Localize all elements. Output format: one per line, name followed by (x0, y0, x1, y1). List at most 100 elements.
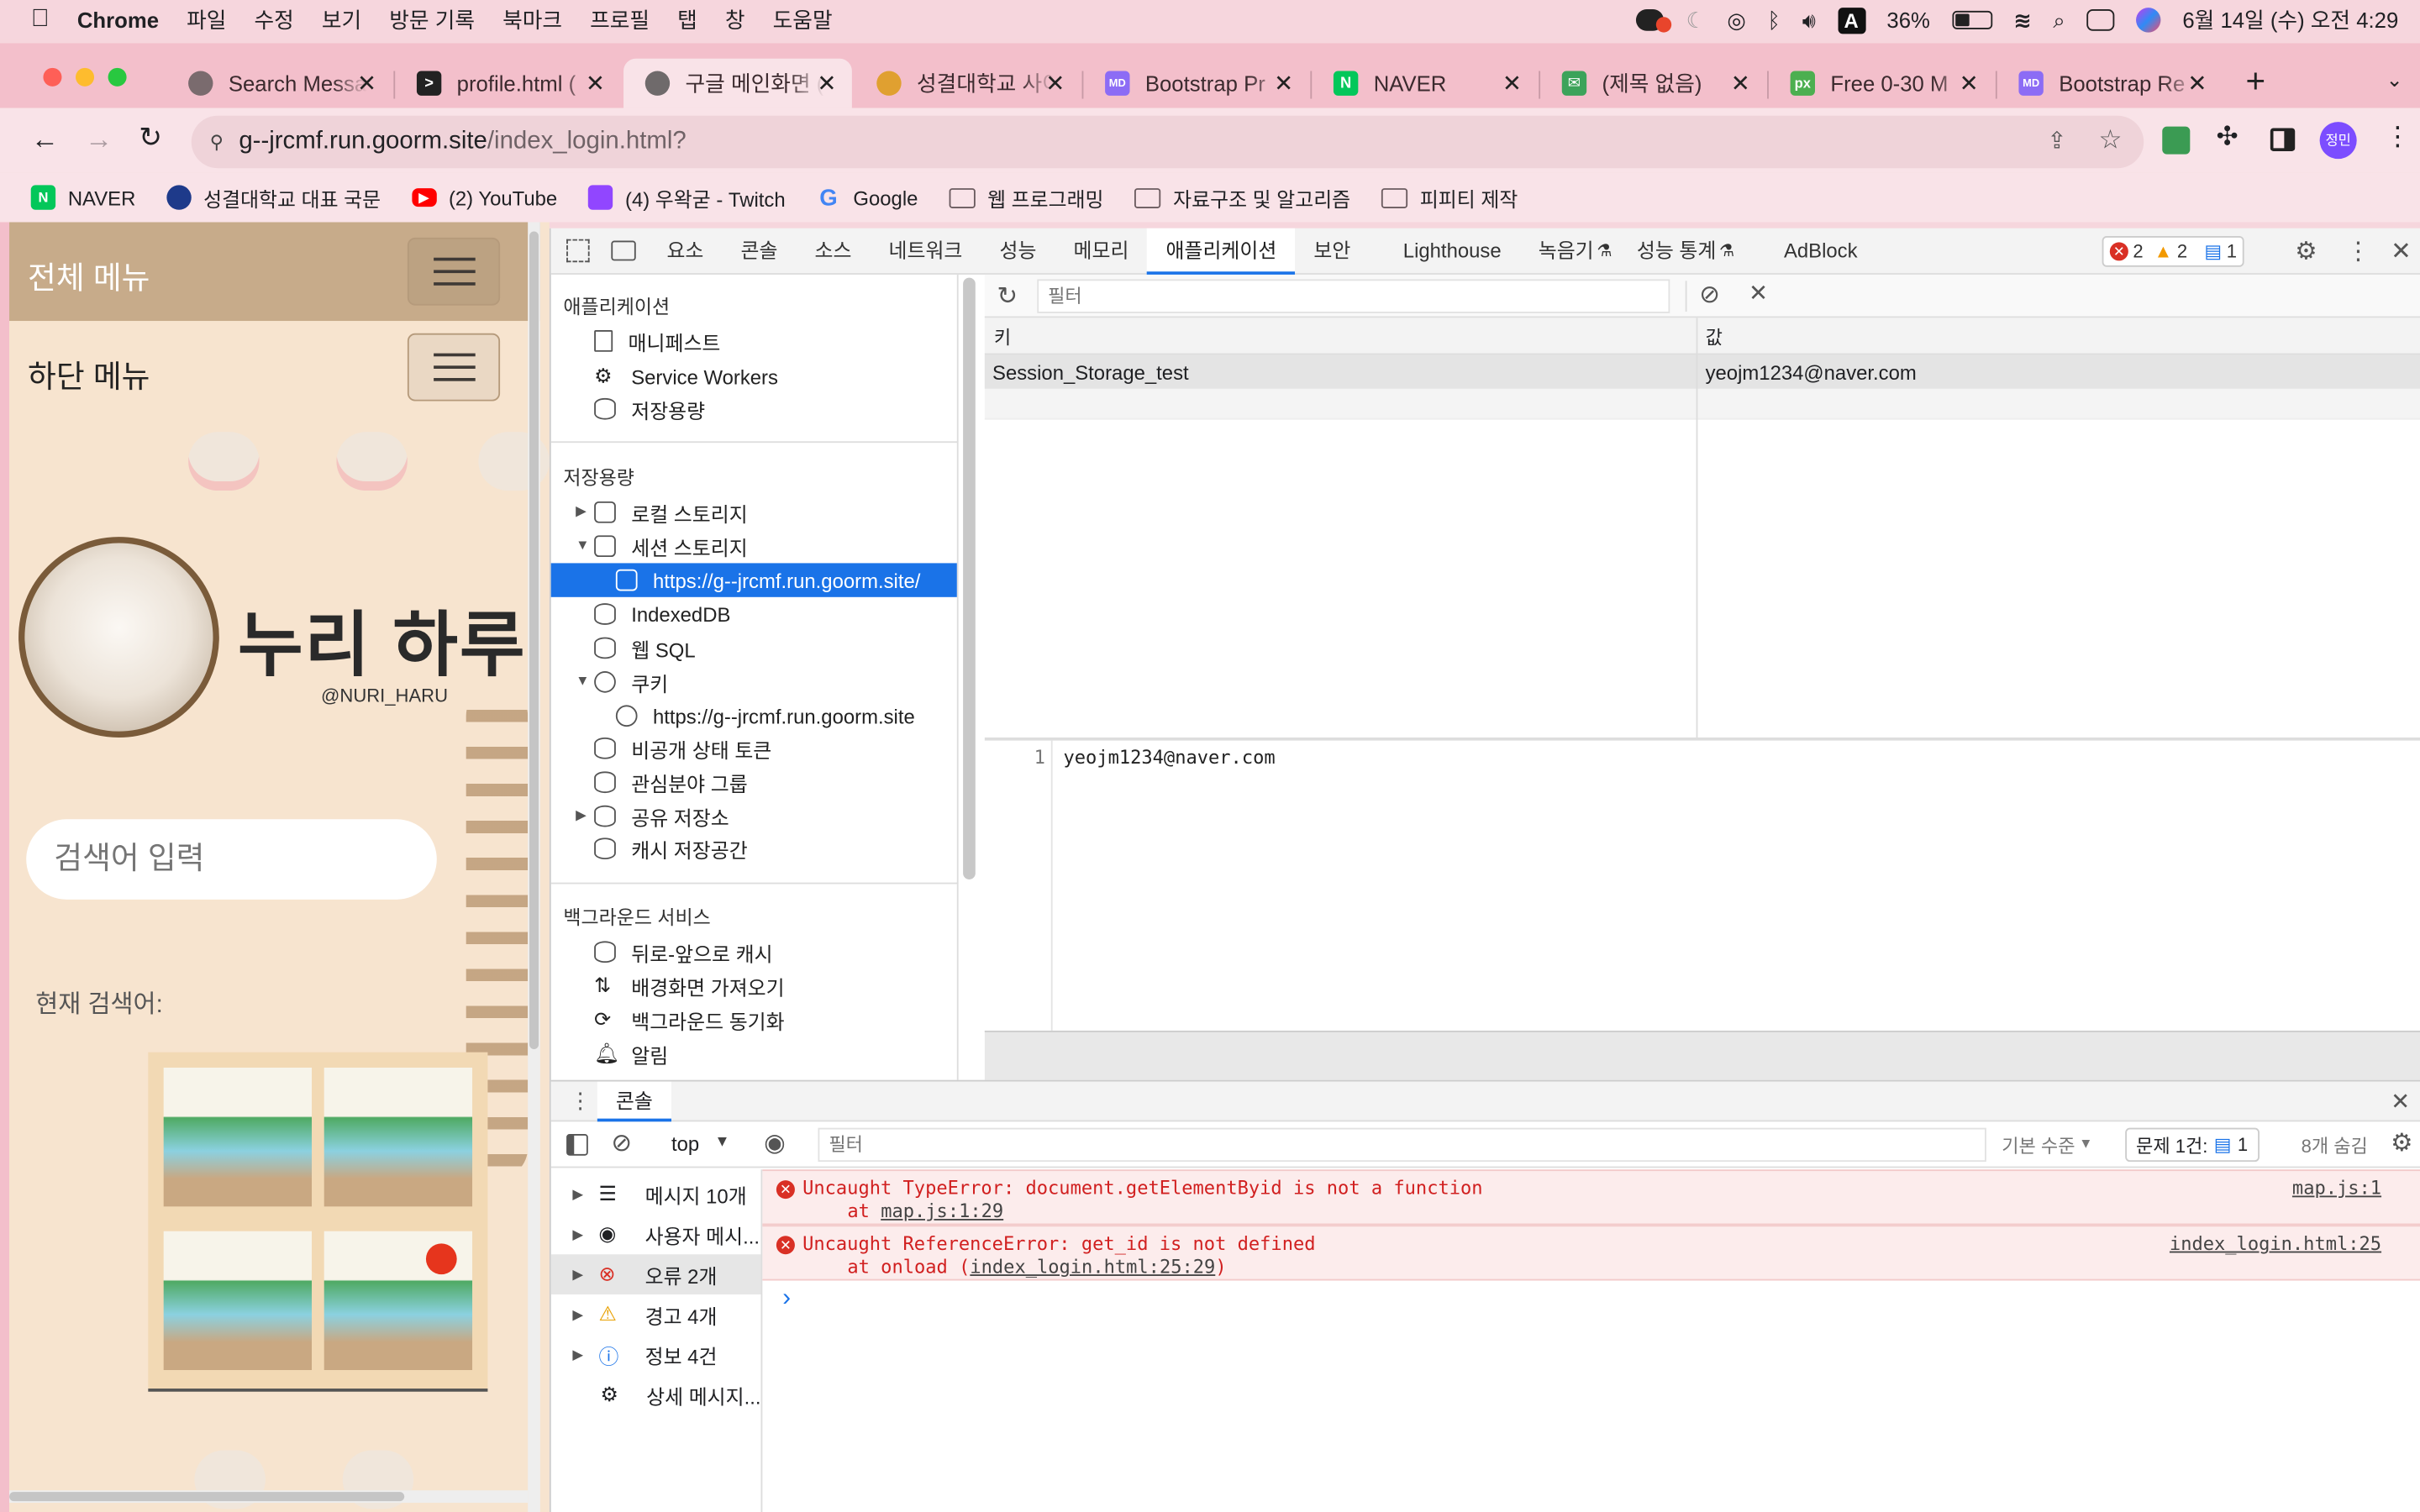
sidebar-toggle-icon[interactable] (566, 1134, 588, 1156)
devtools-tab-lighthouse[interactable]: Lighthouse (1385, 228, 1520, 274)
source-link[interactable]: map.js:1 (2292, 1177, 2381, 1199)
chat-notification-icon[interactable] (1636, 9, 1673, 33)
bookmark-folder-ds[interactable]: 자료구조 및 알고리즘 (1134, 183, 1350, 213)
menu-profiles[interactable]: 프로필 (590, 5, 650, 36)
tab-search-chevron-icon[interactable]: ⌄ (2386, 68, 2403, 92)
dropdown-caret-icon[interactable]: ▼ (2079, 1136, 2092, 1151)
console-filter-errors[interactable]: ▶ ⊗ 오류 2개 (550, 1254, 761, 1295)
bookmark-twitch[interactable]: (4) 우왁굳 - Twitch (587, 183, 786, 213)
collapse-triangle-icon[interactable]: ▼ (576, 673, 589, 688)
menu-view[interactable]: 보기 (322, 5, 361, 36)
close-drawer-icon[interactable]: ✕ (2391, 1088, 2410, 1116)
bookmark-folder-ppt[interactable]: 피피티 제작 (1381, 183, 1518, 213)
drawer-menu-icon[interactable]: ⋮ (570, 1088, 592, 1114)
close-icon[interactable]: ✕ (1731, 70, 1750, 97)
tab-naver[interactable]: N NAVER ✕ (1312, 59, 1537, 108)
bookmark-youtube[interactable]: ▶ (2) YouTube (411, 186, 557, 209)
side-panel-icon[interactable] (2270, 128, 2296, 151)
bottom-menu-toggle-button[interactable] (407, 333, 501, 402)
address-bar[interactable]: ⚲ g--jrcmf.run.goorm.site/index_login.ht… (191, 115, 2144, 169)
drawer-tab-console[interactable]: 콘솔 (597, 1081, 671, 1122)
stack-link[interactable]: index_login.html:25:29 (970, 1256, 1215, 1278)
devtools-tab-performance[interactable]: 성능 (981, 228, 1055, 274)
menu-tab[interactable]: 탭 (677, 5, 697, 36)
profile-avatar[interactable]: 정민 (2319, 122, 2357, 160)
window-minimize-button[interactable] (76, 67, 95, 87)
sidebar-item-storage[interactable]: 저장용량 (594, 392, 705, 426)
tab-sungkyul[interactable]: 성결대학교 사이 ✕ (855, 59, 1081, 108)
expand-triangle-icon[interactable]: ▶ (576, 807, 587, 824)
tab-search-messages[interactable]: Search Messages✕ (166, 59, 392, 108)
menu-window[interactable]: 창 (725, 5, 745, 36)
menu-bookmarks[interactable]: 북마크 (502, 5, 562, 36)
top-menu-toggle-button[interactable] (407, 237, 501, 306)
tab-bootstrap-pr[interactable]: MD Bootstrap Pr ✕ (1083, 59, 1308, 108)
sidebar-item-web-sql[interactable]: 웹 SQL (594, 631, 696, 664)
moon-icon[interactable]: ☾ (1686, 7, 1706, 33)
issues-button[interactable]: 문제 1건: ▤ 1 (2125, 1127, 2260, 1163)
expand-triangle-icon[interactable]: ▶ (576, 503, 587, 520)
bookmark-folder-web[interactable]: 웹 프로그래밍 (949, 183, 1104, 213)
close-icon[interactable]: ✕ (1960, 70, 1979, 97)
clear-all-icon[interactable]: ⊘ (1699, 279, 1720, 310)
bookmark-sungkyul[interactable]: 성결대학교 대표 국문 (166, 183, 381, 213)
tab-profile-html[interactable]: > profile.html (✕ (395, 59, 620, 108)
devtools-tab-performance-insights[interactable]: 성능 통계 (1618, 228, 1735, 274)
extensions-puzzle-icon[interactable]: ✣ (2217, 122, 2238, 153)
share-icon[interactable]: ⇪ (2047, 127, 2066, 154)
sidebar-item-shared-storage[interactable]: 공유 저장소 (594, 799, 729, 832)
menu-help[interactable]: 도움말 (773, 5, 833, 36)
sidebar-item-private-state-tokens[interactable]: 비공개 상태 토큰 (594, 732, 771, 765)
sidebar-item-notifications[interactable]: 🔔︎ 알림 (594, 1037, 668, 1070)
tab-free-px[interactable]: px Free 0-30 M ✕ (1769, 59, 1994, 108)
devtools-tab-elements[interactable]: 요소 (648, 228, 722, 274)
stack-link[interactable]: map.js:1:29 (881, 1200, 1003, 1222)
delete-selected-icon[interactable]: ✕ (1749, 279, 1768, 307)
close-icon[interactable]: ✕ (1274, 70, 1293, 97)
console-filter-info[interactable]: ▶ ⓘ 정보 4건 (551, 1335, 761, 1375)
back-arrow-icon[interactable]: ← (31, 123, 59, 156)
inspect-element-icon[interactable] (566, 239, 590, 263)
menubar-clock[interactable]: 6월 14일 (수) 오전 4:29 (2182, 5, 2398, 36)
sidebar-item-bfcache[interactable]: 뒤로-앞으로 캐시 (594, 935, 773, 969)
sidebar-item-background-sync[interactable]: ⟳ 백그라운드 동기화 (594, 1003, 784, 1037)
reload-icon[interactable]: ↻ (139, 122, 162, 155)
more-options-icon[interactable]: ⋮ (2346, 236, 2370, 267)
sidebar-item-cookie-origin[interactable]: https://g--jrcmf.run.goorm.site (615, 699, 915, 732)
context-selector[interactable]: top (671, 1132, 699, 1156)
devtools-tab-application[interactable]: 애플리케이션 (1147, 227, 1296, 275)
search-input[interactable] (26, 819, 437, 900)
tab-google-main[interactable]: 구글 메인화면 (✕ (623, 58, 852, 108)
close-icon[interactable]: ✕ (817, 70, 836, 97)
console-error-row[interactable]: ✕ Uncaught ReferenceError: get_id is not… (762, 1225, 2420, 1281)
battery-icon[interactable] (1951, 10, 1992, 29)
issue-counters[interactable]: ✕ 2 ▲ 2 ▤ 1 (2102, 236, 2245, 267)
input-source-icon[interactable]: A (1837, 7, 1865, 34)
sidebar-item-session-storage[interactable]: 세션 스토리지 (594, 529, 748, 563)
sidebar-item-indexeddb[interactable]: IndexedDB (594, 597, 730, 631)
devtools-tab-network[interactable]: 네트워크 (870, 228, 981, 274)
sidebar-item-background-fetch[interactable]: ⇅ 배경화면 가져오기 (594, 969, 784, 1002)
close-devtools-icon[interactable]: ✕ (2391, 236, 2412, 267)
console-settings-icon[interactable]: ⚙ (2391, 1128, 2412, 1159)
column-key[interactable]: 키 (994, 324, 1011, 350)
console-error-row[interactable]: ✕ Uncaught TypeError: document.getElemen… (762, 1169, 2420, 1226)
console-prompt[interactable]: › (782, 1285, 791, 1313)
siri-icon[interactable] (2136, 8, 2161, 33)
wifi-icon[interactable]: ︎≋ (2013, 7, 2032, 33)
settings-gear-icon[interactable]: ⚙ (2295, 236, 2317, 267)
volume-icon[interactable]: 🔊︎ (1802, 7, 1816, 33)
tab-untitled[interactable]: ✉ (제목 없음) ✕ (1540, 59, 1765, 108)
menubar-app-name[interactable]: Chrome (77, 8, 159, 32)
log-level-dropdown[interactable]: 기본 수준 (2002, 1132, 2075, 1158)
horizontal-scrollbar[interactable] (9, 1490, 529, 1503)
bluetooth-icon[interactable]: ᛒ (1768, 8, 1781, 32)
menu-file[interactable]: 파일 (187, 5, 226, 36)
chrome-menu-icon[interactable]: ⋮ (2385, 122, 2411, 153)
refresh-icon[interactable]: ↻ (997, 281, 1018, 312)
console-filter-messages[interactable]: ▶ ☰ 메시지 10개 (551, 1174, 761, 1215)
dropdown-caret-icon[interactable]: ▼ (714, 1134, 729, 1151)
menu-edit[interactable]: 수정 (254, 5, 293, 36)
devtools-tab-security[interactable]: 보안 (1295, 228, 1369, 274)
control-center-icon[interactable] (2086, 9, 2115, 31)
